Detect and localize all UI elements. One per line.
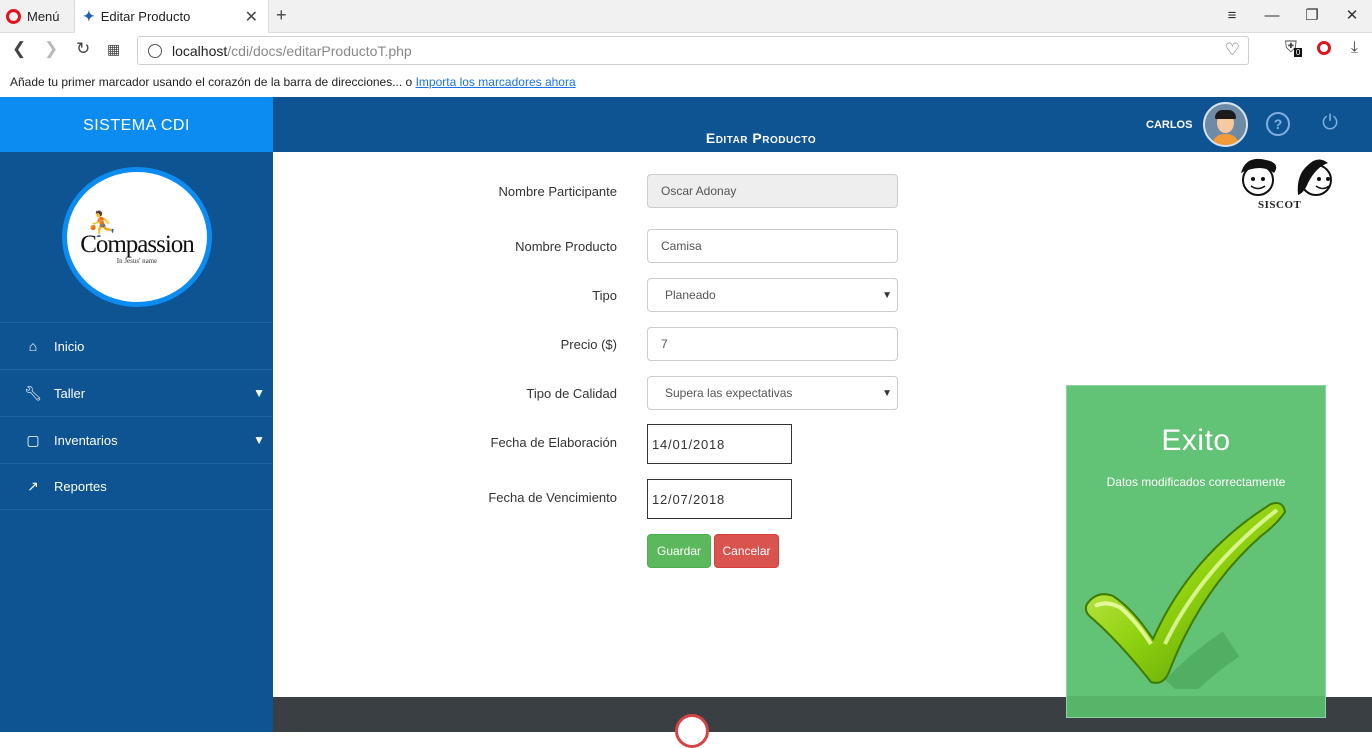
made-date-field[interactable]: 14/01/2018 [647,424,792,464]
trending-icon: ↗ [27,478,39,494]
alert-title: Exito [1161,424,1231,457]
alert-bottom-strip [1067,696,1325,717]
siscot-logo: SISCOT [1236,155,1336,213]
bookmarks-text: Añade tu primer marcador usando el coraz… [10,75,413,89]
checkmark-icon [1084,502,1287,689]
expiry-date-field[interactable]: 12/07/2018 [647,479,792,519]
adblock-badge: 0 [1293,48,1303,57]
chevron-down-icon: ▼ [882,289,892,301]
tab-title: Editar Producto [100,9,191,24]
adblock-icon[interactable]: ⛨ 0 [1285,39,1303,57]
url-path: /cdi/docs/editarProductoT.php [227,42,412,59]
window-controls: ≡ — ❐ ✕ [1212,0,1372,33]
siscot-text: SISCOT [1258,199,1302,211]
sidebar-item-inicio[interactable]: ⌂ Inicio [0,322,273,369]
user-name[interactable]: CARLOS [1146,119,1192,131]
siscot-faces-icon [1241,158,1332,196]
cancel-button[interactable]: Cancelar [714,534,779,568]
quality-label: Tipo de Calidad [526,386,617,401]
wrench-icon: 🔧︎ [24,384,42,401]
back-icon[interactable]: ❮ [12,39,26,59]
forward-icon[interactable]: ❯ [44,39,58,59]
success-alert: Exito Datos modificados correctamente [1066,385,1326,718]
logo-text: Compassion [80,230,195,258]
import-bookmarks-link[interactable]: Importa los marcadores ahora [416,75,576,89]
avatar[interactable] [1203,102,1248,147]
top-header: Editar Producto CARLOS ? ⏻ [273,97,1372,152]
sidebar-item-label: Inicio [54,338,85,354]
avatar-hair [1215,110,1236,119]
chevron-down-icon: ▼ [882,387,892,399]
chevron-down-icon: ▼ [253,433,265,447]
logo-tagline: In Jesus' name [116,256,158,265]
browser-tab[interactable]: ✦ Editar Producto ✕ [74,0,269,33]
sidebar-menu: ⌂ Inicio 🔧︎ Taller ▼ ▢ Inventarios ▼ ↗ R… [0,322,273,510]
sidebar-item-reportes[interactable]: ↗ Reportes [0,463,273,510]
page-title: Editar Producto [705,130,817,146]
sidebar: SISTEMA CDI ⛹ Compassion In Jesus' name … [0,97,273,732]
clipboard-icon: ▢ [26,431,40,448]
tab-menu-icon[interactable]: ≡ [1212,0,1252,33]
compassion-favicon-icon: ✦ [83,8,95,24]
restore-icon[interactable]: ❐ [1292,0,1332,33]
product-label: Nombre Producto [515,239,617,254]
close-window-icon[interactable]: ✕ [1332,0,1372,33]
alert-message: Datos modificados correctamente [1106,475,1286,489]
chevron-down-icon: ▼ [253,386,265,400]
brand-title: SISTEMA CDI [0,97,273,152]
sidebar-item-label: Taller [54,385,86,401]
participant-label: Nombre Participante [498,184,618,199]
speed-dial-icon[interactable]: ▦ [107,41,120,58]
toolbar-right: ⛨ 0 ⤓ [1285,39,1358,57]
reload-icon[interactable]: ↻ [76,39,90,59]
product-field[interactable]: Camisa [647,229,898,263]
edit-product-form: Nombre Participante Oscar Adonay Nombre … [273,152,1033,697]
type-select[interactable]: Planeado ▼ [647,278,898,312]
type-select-value: Planeado [665,288,716,302]
footer-badge-icon [675,714,709,748]
participant-field: Oscar Adonay [647,174,898,208]
minimize-icon[interactable]: — [1252,0,1292,33]
close-tab-icon[interactable]: ✕ [245,7,258,27]
compassion-logo: ⛹ Compassion In Jesus' name [62,167,212,307]
help-icon[interactable]: ? [1266,112,1290,136]
opera-o-icon[interactable] [1316,41,1331,55]
new-tab-icon[interactable]: + [276,5,287,26]
bookmarks-bar: Añade tu primer marcador usando el coraz… [0,69,1372,97]
url-host: localhost [172,42,228,59]
download-icon[interactable]: ⤓ [1351,39,1358,57]
sidebar-item-label: Inventarios [54,432,118,448]
opera-menu-label: Menú [27,8,60,24]
power-icon[interactable]: ⏻ [1318,111,1342,135]
price-label: Precio ($) [560,337,617,352]
bookmark-heart-icon[interactable]: ♡ [1225,40,1240,60]
sidebar-item-label: Reportes [54,479,107,494]
save-button[interactable]: Guardar [647,534,711,568]
price-field[interactable]: 7 [647,327,898,361]
quality-select-value: Supera las expectativas [665,386,793,400]
made-date-label: Fecha de Elaboración [490,435,617,450]
sidebar-item-taller[interactable]: 🔧︎ Taller ▼ [0,369,273,416]
sidebar-item-inventarios[interactable]: ▢ Inventarios ▼ [0,416,273,463]
address-bar[interactable]: localhost /cdi/docs/editarProductoT.php … [137,36,1249,65]
globe-icon [148,43,162,58]
expiry-date-label: Fecha de Vencimiento [488,490,617,505]
type-label: Tipo [592,288,617,303]
quality-select[interactable]: Supera las expectativas ▼ [647,376,898,410]
browser-tab-bar: Menú ✦ Editar Producto ✕ + ≡ — ❐ ✕ [0,0,1372,33]
browser-toolbar: ❮ ❯ ↻ ▦ localhost /cdi/docs/editarProduc… [0,33,1372,69]
opera-menu-button[interactable]: Menú [6,6,60,26]
home-icon: ⌂ [28,338,38,354]
opera-logo-icon [6,8,21,24]
